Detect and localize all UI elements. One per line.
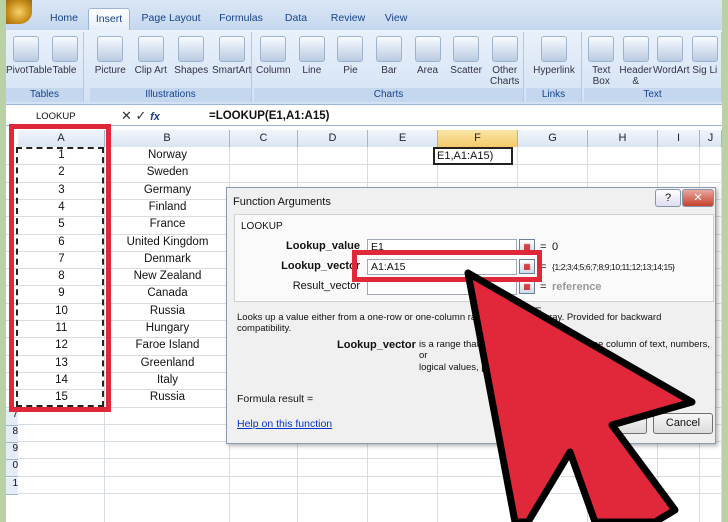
- pointer-arrow: [464, 269, 696, 522]
- arrow-icon: [464, 269, 696, 522]
